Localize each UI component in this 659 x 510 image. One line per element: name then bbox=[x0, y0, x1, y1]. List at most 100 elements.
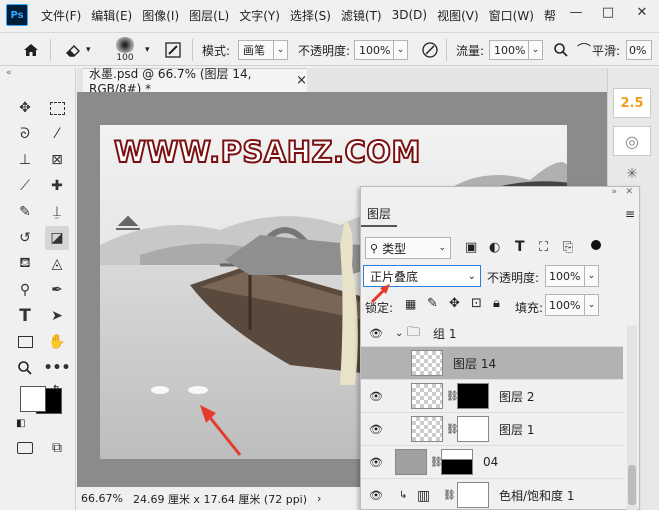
healing-brush-tool-icon[interactable]: ✚ bbox=[45, 174, 69, 198]
layer-row[interactable]: 👁︎ ⛓ 04 bbox=[361, 446, 623, 479]
type-tool-icon[interactable]: T bbox=[13, 304, 37, 328]
layer-row[interactable]: 👁︎ ⛓ 图层 1 bbox=[361, 413, 623, 446]
home-icon[interactable] bbox=[22, 33, 40, 67]
menu-3d[interactable]: 3D(D) bbox=[387, 8, 432, 22]
flow-input[interactable]: 100% bbox=[489, 40, 529, 60]
paint-bucket-tool-icon[interactable]: ⛾ bbox=[13, 252, 37, 276]
visibility-eye-icon[interactable]: 👁︎ bbox=[367, 389, 385, 403]
layer-row[interactable]: 👁︎ ⛓ 图层 2 bbox=[361, 380, 623, 413]
document-tab[interactable]: 水墨.psd @ 66.7% (图层 14, RGB/8#) * × bbox=[83, 67, 307, 96]
rectangle-tool-icon[interactable] bbox=[13, 330, 37, 354]
filter-smart-object-icon[interactable]: ⎘ bbox=[563, 240, 573, 255]
layer-row-group[interactable]: 👁︎ ⌄ 🗀︎ 组 1 bbox=[361, 321, 623, 347]
filter-toggle-icon[interactable] bbox=[591, 240, 601, 250]
zoom-tool-icon[interactable] bbox=[13, 356, 37, 380]
layer-mask-thumbnail[interactable] bbox=[457, 383, 489, 409]
brush-tip-icon[interactable]: ✳ bbox=[613, 164, 651, 184]
brush-dropdown-icon[interactable]: ▾ bbox=[145, 33, 150, 67]
swap-colors-icon[interactable]: ↰ bbox=[52, 384, 60, 395]
link-icon[interactable]: ⛓ bbox=[443, 490, 456, 501]
lock-artboard-icon[interactable]: ⊡ bbox=[471, 296, 482, 311]
hand-tool-icon[interactable]: ✋ bbox=[45, 330, 69, 354]
search-icon[interactable] bbox=[553, 33, 569, 67]
foreground-color-swatch[interactable] bbox=[20, 386, 46, 412]
move-tool-icon[interactable]: ✥ bbox=[13, 96, 37, 120]
menu-help[interactable]: 帮 bbox=[539, 7, 561, 24]
chevron-down-icon[interactable]: ⌄ bbox=[394, 40, 408, 60]
layer-row[interactable]: 👁︎ ↳ ▥ ⛓ 色相/饱和度 1 bbox=[361, 479, 623, 510]
layer-row-selected[interactable]: 图层 14 bbox=[361, 347, 623, 380]
panel-value-badge[interactable]: 2.5 bbox=[613, 88, 651, 118]
visibility-eye-icon[interactable] bbox=[367, 356, 385, 370]
layer-filter-select[interactable]: ⚲ 类型 ⌄ bbox=[365, 237, 451, 259]
menu-select[interactable]: 选择(S) bbox=[285, 7, 336, 24]
menu-file[interactable]: 文件(F) bbox=[36, 7, 86, 24]
status-menu-arrow[interactable]: › bbox=[317, 492, 321, 505]
quick-mask-icon[interactable] bbox=[13, 436, 37, 460]
menu-layer[interactable]: 图层(L) bbox=[184, 7, 234, 24]
path-selection-tool-icon[interactable]: ➤ bbox=[45, 304, 69, 328]
default-colors-icon[interactable]: ◧ bbox=[16, 418, 25, 429]
brush-size-preset[interactable]: 100 bbox=[115, 33, 135, 67]
brush-preset-icon[interactable]: ◎ bbox=[613, 126, 651, 156]
layer-mask-thumbnail[interactable] bbox=[457, 416, 489, 442]
pen-tool-icon[interactable]: ✒ bbox=[45, 278, 69, 302]
menu-image[interactable]: 图像(I) bbox=[137, 7, 184, 24]
blur-tool-icon[interactable]: ◬ bbox=[45, 252, 69, 276]
menu-edit[interactable]: 编辑(E) bbox=[86, 7, 137, 24]
screen-mode-icon[interactable]: ⧉ bbox=[45, 436, 69, 460]
menu-view[interactable]: 视图(V) bbox=[432, 7, 484, 24]
chevron-down-icon[interactable]: ⌄ bbox=[585, 294, 599, 316]
clone-stamp-tool-icon[interactable]: ⍊ bbox=[45, 200, 69, 224]
opacity-input[interactable]: 100% bbox=[354, 40, 394, 60]
close-tab-icon[interactable]: × bbox=[296, 73, 307, 88]
dodge-tool-icon[interactable]: ⚲ bbox=[13, 278, 37, 302]
lock-position-icon[interactable]: ✥ bbox=[449, 296, 460, 311]
minimize-button[interactable]: — bbox=[560, 0, 592, 24]
collapse-panel-icon[interactable]: » bbox=[611, 187, 617, 197]
eyedropper-tool-icon[interactable]: ⟋ bbox=[13, 174, 37, 198]
close-panel-icon[interactable]: ✕ bbox=[625, 187, 633, 197]
magic-wand-tool-icon[interactable]: ⁄ bbox=[45, 122, 69, 146]
crop-tool-icon[interactable]: ⊥ bbox=[13, 148, 37, 172]
chevron-down-icon[interactable]: ⌄ bbox=[395, 328, 403, 339]
layer-mask-thumbnail[interactable] bbox=[441, 449, 473, 475]
eraser-tool-preset-icon[interactable]: ▾ bbox=[64, 33, 91, 67]
more-tools-icon[interactable]: ••• bbox=[44, 356, 71, 380]
chevron-down-icon[interactable]: ⌄ bbox=[585, 265, 599, 287]
filter-type-icon[interactable]: T bbox=[515, 239, 525, 255]
smoothing-input[interactable]: 0% bbox=[626, 40, 652, 60]
filter-adjustment-icon[interactable]: ◐ bbox=[489, 240, 500, 255]
filter-shape-icon[interactable]: ⛶ bbox=[539, 240, 548, 255]
close-window-button[interactable]: ✕ bbox=[626, 0, 658, 24]
zoom-level[interactable]: 66.67% bbox=[81, 492, 123, 505]
panel-menu-icon[interactable]: ≡ bbox=[625, 207, 635, 221]
collapse-icon[interactable]: « bbox=[6, 68, 12, 78]
menu-type[interactable]: 文字(Y) bbox=[234, 7, 285, 24]
lock-image-icon[interactable]: ✎ bbox=[427, 296, 438, 311]
layer-mask-thumbnail[interactable] bbox=[457, 482, 489, 508]
pressure-opacity-icon[interactable] bbox=[420, 33, 440, 67]
visibility-eye-icon[interactable]: 👁︎ bbox=[367, 327, 385, 341]
lock-transparent-icon[interactable]: ▦ bbox=[405, 297, 416, 311]
fill-input[interactable]: 100% bbox=[545, 294, 585, 316]
history-brush-tool-icon[interactable]: ↺ bbox=[13, 226, 37, 250]
lasso-tool-icon[interactable]: ᘐ bbox=[13, 122, 37, 146]
mode-select[interactable]: 画笔 bbox=[238, 40, 274, 60]
filter-pixel-icon[interactable]: ▣ bbox=[465, 240, 477, 255]
marquee-tool-icon[interactable] bbox=[45, 96, 69, 120]
menu-filter[interactable]: 滤镜(T) bbox=[336, 7, 387, 24]
frame-tool-icon[interactable]: ⊠ bbox=[45, 148, 69, 172]
lock-all-icon[interactable]: 🔒︎ bbox=[493, 296, 500, 311]
brush-tool-icon[interactable]: ✎ bbox=[13, 200, 37, 224]
layers-scrollbar[interactable] bbox=[627, 325, 637, 510]
visibility-eye-icon[interactable]: 👁︎ bbox=[367, 455, 385, 469]
layer-opacity-input[interactable]: 100% bbox=[545, 265, 585, 287]
chevron-down-icon[interactable]: ⌄ bbox=[274, 40, 288, 60]
menu-window[interactable]: 窗口(W) bbox=[484, 7, 539, 24]
brush-settings-icon[interactable] bbox=[164, 33, 182, 67]
chevron-down-icon[interactable]: ⌄ bbox=[529, 40, 543, 60]
maximize-button[interactable]: □ bbox=[592, 0, 624, 24]
visibility-eye-icon[interactable]: 👁︎ bbox=[367, 422, 385, 436]
visibility-eye-icon[interactable]: 👁︎ bbox=[367, 489, 385, 503]
